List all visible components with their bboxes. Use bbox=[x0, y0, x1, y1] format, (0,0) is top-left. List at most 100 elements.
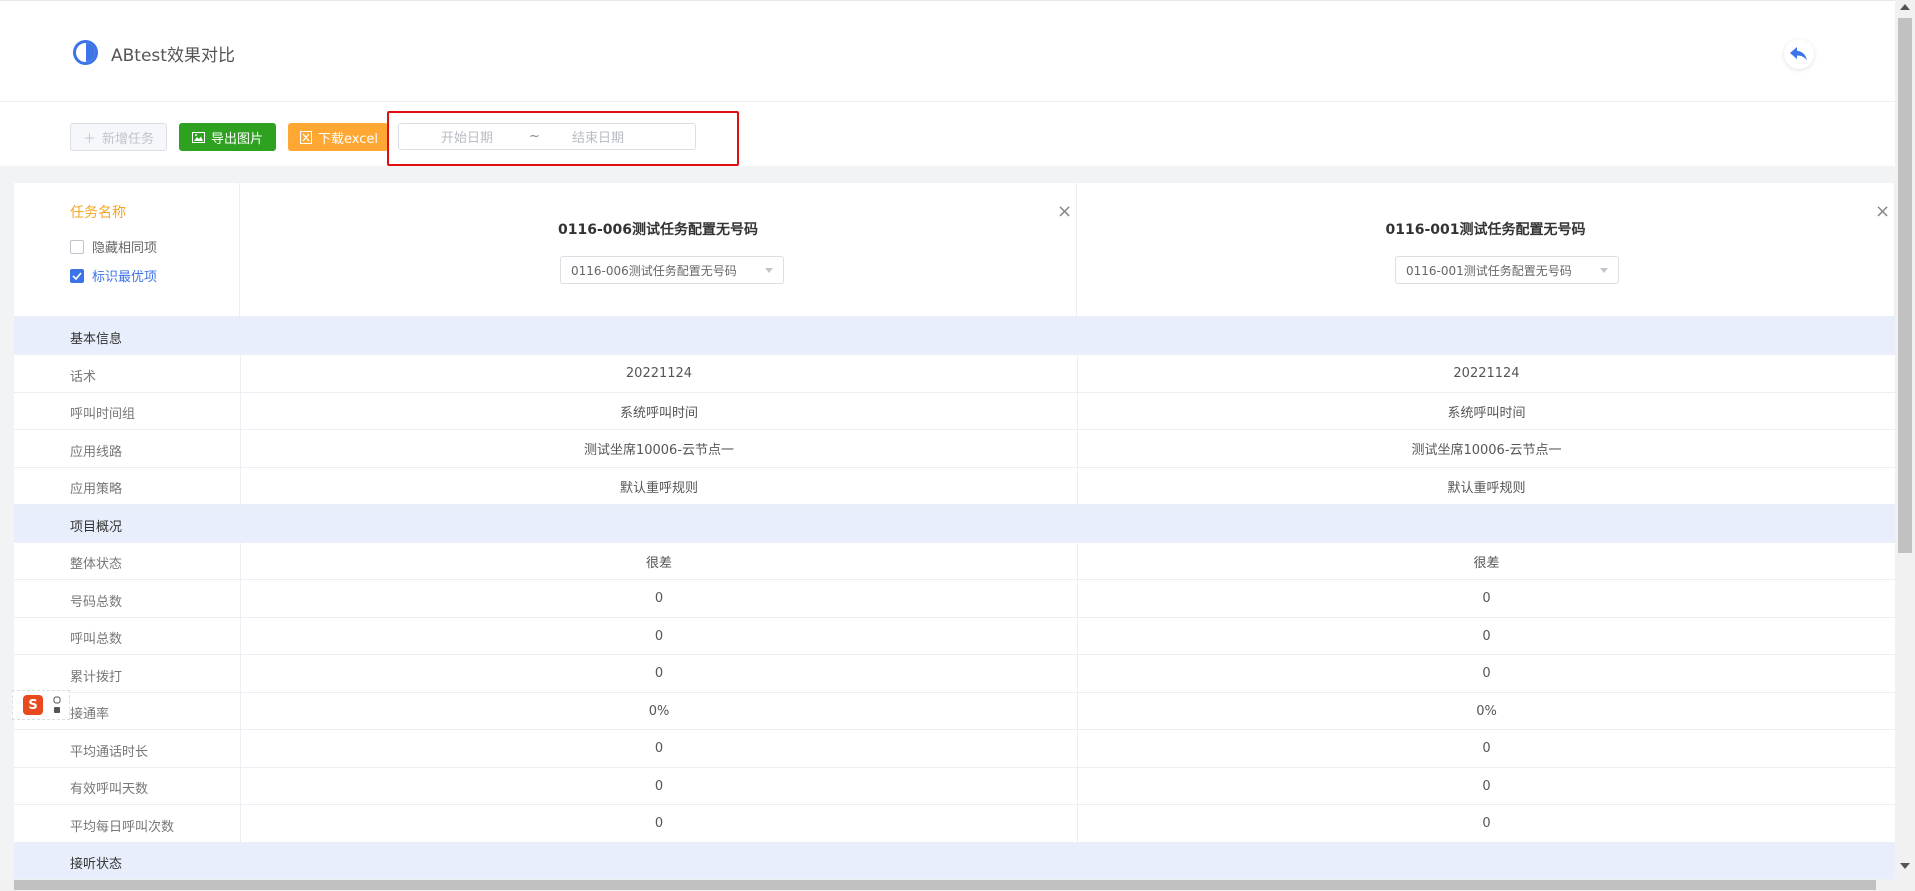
row-label: 有效呼叫天数 bbox=[70, 782, 149, 797]
table-row: 累计拨打 0 0 bbox=[14, 654, 1895, 693]
vertical-scrollbar-thumb[interactable] bbox=[1898, 18, 1912, 553]
export-image-label: 导出图片 bbox=[210, 131, 263, 147]
cell-value: 0 bbox=[1077, 654, 1895, 693]
row-label: 基本信息 bbox=[70, 332, 123, 347]
back-button[interactable] bbox=[1784, 39, 1814, 69]
cell-value: 0 bbox=[1077, 617, 1895, 655]
cell-value: 默认重呼规则 bbox=[1077, 467, 1895, 505]
row-label: 号码总数 bbox=[70, 594, 123, 610]
row-label: 接听状态 bbox=[70, 857, 123, 872]
hide-same-checkbox[interactable]: 隐藏相同项 bbox=[70, 237, 157, 256]
highlight-annotation bbox=[387, 111, 739, 166]
vertical-scrollbar[interactable] bbox=[1895, 0, 1915, 891]
new-task-label: 新增任务 bbox=[102, 131, 155, 147]
mark-best-checkbox[interactable]: 标识最优项 bbox=[70, 266, 157, 285]
cell-value: 0 bbox=[240, 654, 1077, 693]
task-select-value: 0116-006测试任务配置无号码 bbox=[571, 263, 737, 278]
image-icon bbox=[191, 131, 205, 143]
section-row: 接听状态 bbox=[14, 842, 1895, 880]
mark-best-label: 标识最优项 bbox=[92, 270, 158, 285]
hide-same-label: 隐藏相同项 bbox=[92, 241, 158, 256]
new-task-button[interactable]: ＋ 新增任务 bbox=[70, 123, 167, 151]
row-label: 呼叫总数 bbox=[70, 632, 123, 647]
cell-value: 默认重呼规则 bbox=[240, 467, 1077, 505]
caret-down-icon bbox=[1600, 268, 1608, 273]
table-row: 平均通话时长 0 0 bbox=[14, 729, 1895, 768]
checkbox-unchecked-icon bbox=[70, 239, 84, 254]
cell-value: 0 bbox=[240, 617, 1077, 655]
row-label: 应用线路 bbox=[70, 444, 123, 460]
cell-value: 0% bbox=[1077, 692, 1895, 730]
task-select-value: 0116-001测试任务配置无号码 bbox=[1406, 263, 1572, 278]
row-label: 整体状态 bbox=[70, 557, 123, 572]
close-icon[interactable]: × bbox=[1057, 201, 1072, 222]
cell-value: 系统呼叫时间 bbox=[240, 392, 1077, 430]
table-row: 整体状态 很差 很差 bbox=[14, 542, 1895, 580]
app-header: ABtest效果对比 bbox=[0, 0, 1895, 102]
horizontal-scrollbar-thumb[interactable] bbox=[14, 880, 1876, 890]
task-select[interactable]: 0116-001测试任务配置无号码 bbox=[1395, 256, 1619, 284]
table-row: 接通率 0% 0% bbox=[14, 692, 1895, 730]
cell-value: 0 bbox=[1077, 767, 1895, 805]
cell-value: 0% bbox=[240, 692, 1077, 730]
reply-arrow-icon bbox=[1790, 47, 1807, 61]
task-column-a: 0116-006测试任务配置无号码 × 0116-006测试任务配置无号码 bbox=[240, 183, 1077, 317]
plus-icon: ＋ bbox=[82, 131, 96, 147]
caret-down-icon bbox=[765, 268, 773, 273]
row-label: 应用策略 bbox=[70, 482, 123, 497]
table-row: 平均每日呼叫次数 0 0 bbox=[14, 804, 1895, 843]
close-icon[interactable]: × bbox=[1875, 201, 1890, 222]
table-row: 呼叫时间组 系统呼叫时间 系统呼叫时间 bbox=[14, 392, 1895, 430]
table-row: 应用策略 默认重呼规则 默认重呼规则 bbox=[14, 467, 1895, 505]
cell-value: 0 bbox=[240, 767, 1077, 805]
task-title: 0116-006测试任务配置无号码 bbox=[558, 222, 758, 238]
row-label: 平均每日呼叫次数 bbox=[70, 819, 175, 835]
cell-value: 0 bbox=[240, 729, 1077, 768]
row-label: 项目概况 bbox=[70, 519, 123, 535]
scroll-up-arrow-icon[interactable] bbox=[1900, 4, 1910, 10]
comparison-table: 任务名称 隐藏相同项 标识最优项 0116-006测试任务配置无号码 × 011… bbox=[14, 183, 1895, 883]
cell-value: 20221124 bbox=[1077, 354, 1895, 393]
table-header-row: 任务名称 隐藏相同项 标识最优项 0116-006测试任务配置无号码 × 011… bbox=[14, 183, 1895, 317]
cell-value: 0 bbox=[1077, 729, 1895, 768]
task-select[interactable]: 0116-006测试任务配置无号码 bbox=[560, 256, 784, 284]
half-circle-icon bbox=[73, 40, 98, 65]
cell-value: 20221124 bbox=[240, 354, 1077, 393]
task-name-label: 任务名称 bbox=[70, 205, 126, 221]
excel-file-icon bbox=[300, 130, 312, 144]
s-logo-icon: S bbox=[23, 695, 43, 715]
checkbox-checked-icon bbox=[70, 268, 84, 283]
scroll-down-arrow-icon[interactable] bbox=[1900, 863, 1910, 869]
row-label: 话术 bbox=[70, 369, 97, 385]
section-row: 基本信息 bbox=[14, 317, 1895, 355]
options-column: 任务名称 隐藏相同项 标识最优项 bbox=[14, 183, 240, 317]
cell-value: 系统呼叫时间 bbox=[1077, 392, 1895, 430]
table-row: 话术 20221124 20221124 bbox=[14, 354, 1895, 393]
table-row: 号码总数 0 0 bbox=[14, 579, 1895, 618]
floating-widget[interactable]: S bbox=[12, 690, 70, 720]
toolbar: ＋ 新增任务 导出图片 下载excel bbox=[0, 102, 1895, 166]
cell-value: 测试坐席10006-云节点一 bbox=[1077, 429, 1895, 468]
cell-value: 0 bbox=[240, 804, 1077, 843]
cell-value: 很差 bbox=[1077, 542, 1895, 580]
table-row: 有效呼叫天数 0 0 bbox=[14, 767, 1895, 805]
grip-icon bbox=[53, 696, 61, 713]
horizontal-scrollbar[interactable] bbox=[0, 879, 1895, 891]
cell-value: 很差 bbox=[240, 542, 1077, 580]
cell-value: 0 bbox=[1077, 804, 1895, 843]
task-column-b: 0116-001测试任务配置无号码 × 0116-001测试任务配置无号码 bbox=[1077, 183, 1895, 317]
cell-value: 0 bbox=[1077, 579, 1895, 618]
task-title: 0116-001测试任务配置无号码 bbox=[1385, 222, 1586, 238]
cell-value: 0 bbox=[240, 579, 1077, 618]
row-label: 接通率 bbox=[70, 707, 110, 722]
row-label: 平均通话时长 bbox=[70, 744, 149, 760]
download-excel-label: 下载excel bbox=[318, 131, 378, 147]
export-image-button[interactable]: 导出图片 bbox=[179, 123, 276, 151]
row-label: 呼叫时间组 bbox=[70, 407, 136, 422]
row-label: 累计拨打 bbox=[70, 669, 123, 685]
cell-value: 测试坐席10006-云节点一 bbox=[240, 429, 1077, 468]
table-row: 应用线路 测试坐席10006-云节点一 测试坐席10006-云节点一 bbox=[14, 429, 1895, 468]
download-excel-button[interactable]: 下载excel bbox=[288, 123, 388, 151]
section-row: 项目概况 bbox=[14, 504, 1895, 543]
page: ABtest效果对比 ＋ 新增任务 导出图片 下载excel 开始日期 ~ 结束… bbox=[0, 0, 1895, 891]
